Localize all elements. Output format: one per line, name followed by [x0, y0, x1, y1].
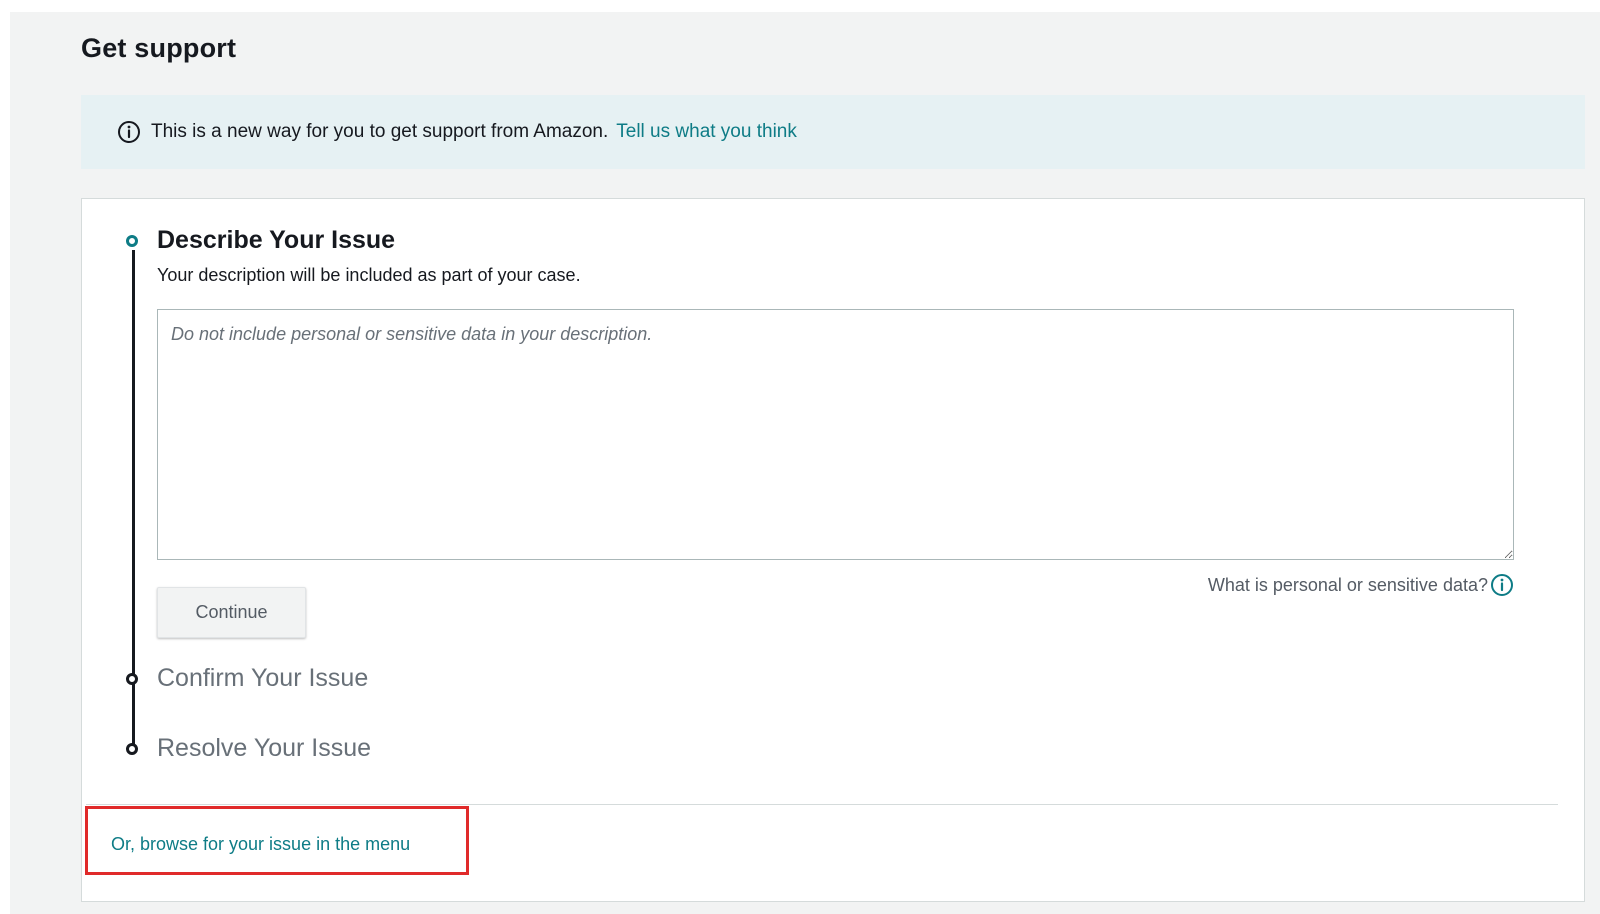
sensitive-data-help: What is personal or sensitive data? — [1190, 573, 1514, 597]
step-title-resolve: Resolve Your Issue — [157, 734, 372, 762]
feedback-link[interactable]: Tell us what you think — [616, 121, 797, 143]
step-marker-active — [126, 235, 138, 247]
step-title-describe: Describe Your Issue — [157, 226, 396, 254]
step-title-confirm: Confirm Your Issue — [157, 664, 369, 692]
step-marker-confirm — [126, 673, 138, 685]
info-banner: This is a new way for you to get support… — [81, 95, 1585, 169]
banner-message: This is a new way for you to get support… — [151, 121, 609, 142]
divider — [86, 804, 1558, 805]
issue-description-field[interactable] — [157, 309, 1514, 560]
step-subtitle-describe: Your description will be included as par… — [157, 265, 581, 285]
browse-menu-link[interactable]: Or, browse for your issue in the menu — [111, 834, 410, 855]
page-title: Get support — [81, 33, 237, 63]
info-circle-icon[interactable] — [1490, 573, 1514, 597]
sensitive-data-label: What is personal or sensitive data? — [1207, 574, 1488, 595]
step-marker-resolve — [126, 743, 138, 755]
continue-button[interactable]: Continue — [157, 587, 306, 638]
info-circle-icon — [117, 120, 141, 144]
